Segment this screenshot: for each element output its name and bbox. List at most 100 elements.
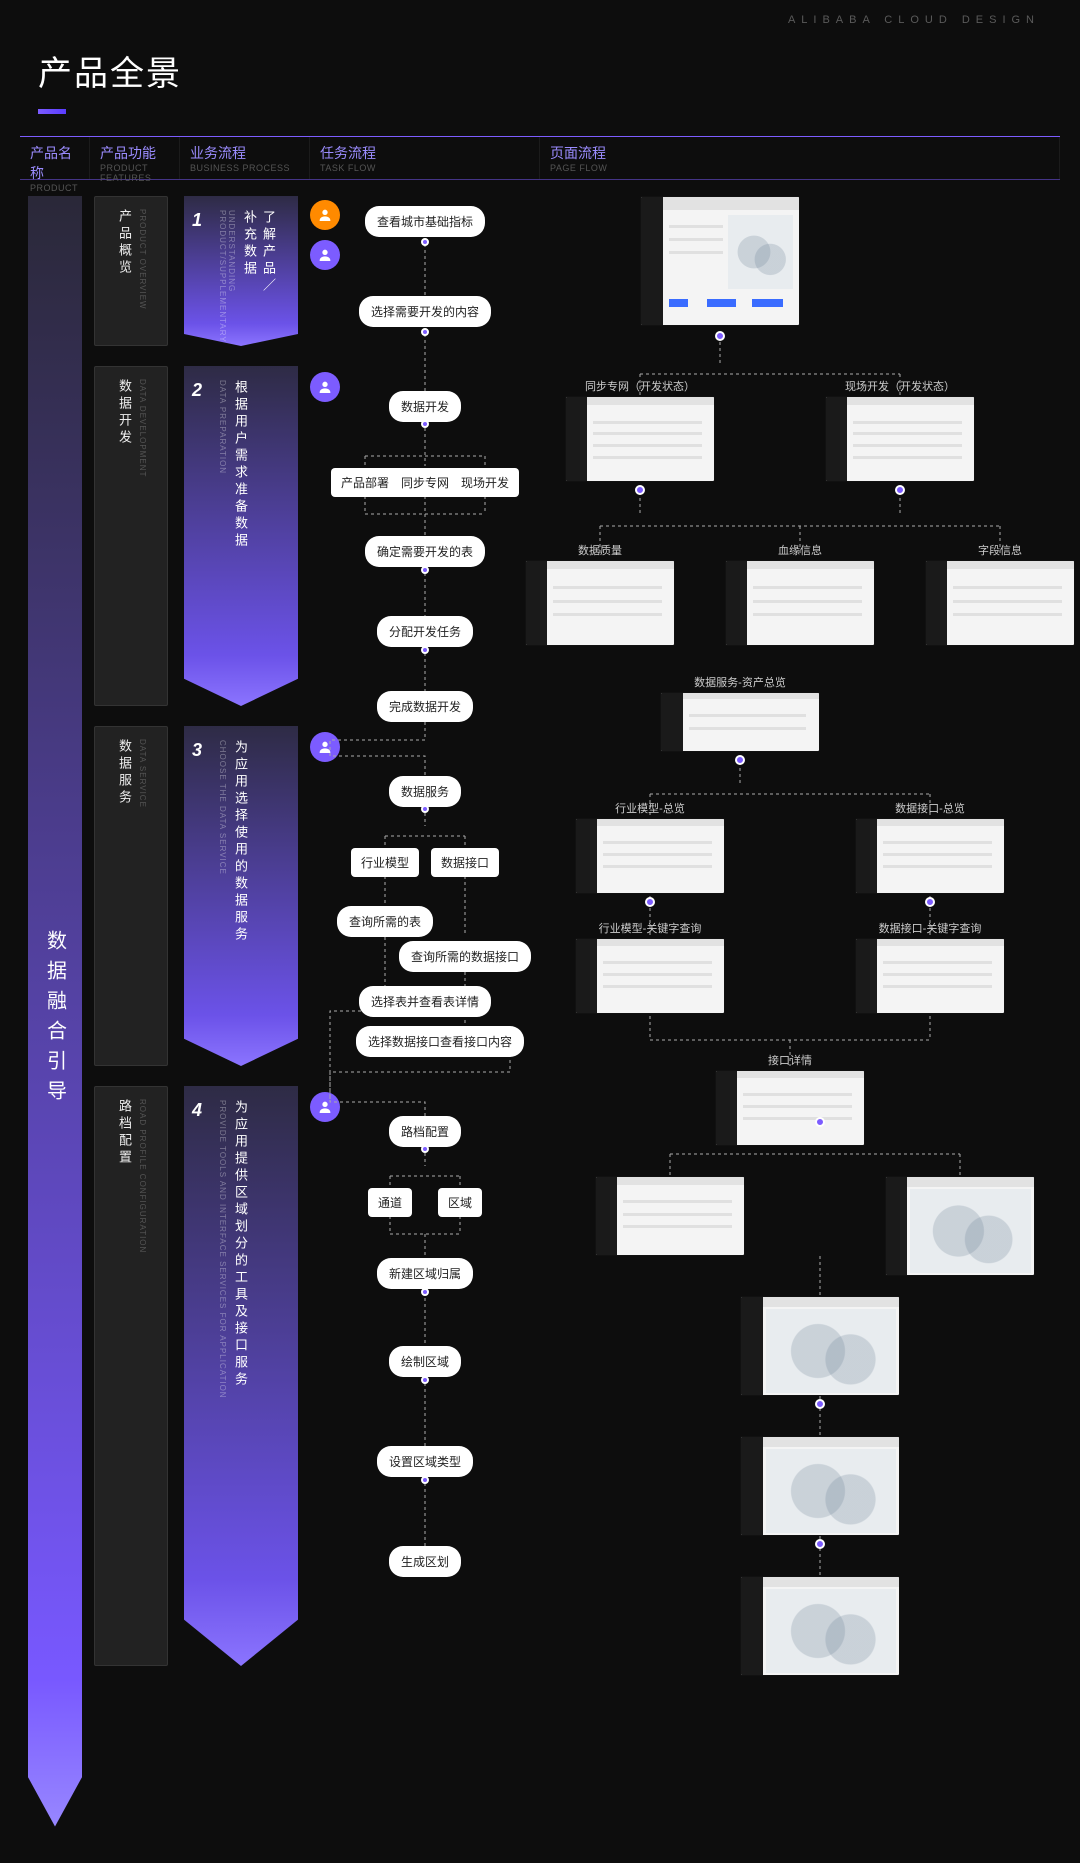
page-thumb-map bbox=[740, 1576, 900, 1676]
task-node: 绘制区域 bbox=[389, 1346, 461, 1377]
biz-cn: 为应用选择使用的数据服务 bbox=[231, 740, 250, 1030]
biz-step-4: 4 PROVIDE TOOLS AND INTERFACE SERVICES F… bbox=[184, 1086, 298, 1666]
task-node: 设置区域类型 bbox=[377, 1446, 473, 1477]
feature-cn: 产品概览 bbox=[115, 209, 134, 277]
feature-data-service: 数据服务 DATA SERVICE bbox=[94, 726, 168, 1066]
page-thumb-map bbox=[885, 1176, 1035, 1276]
biz-step-3: 3 CHOOSE THE DATA SERVICE 为应用选择使用的数据服务 bbox=[184, 726, 298, 1066]
page-thumb bbox=[575, 818, 725, 894]
page-thumb-label: 数据质量 bbox=[578, 542, 622, 558]
biz-step-1: 1 UNDERSTANDING PRODUCT/SUPPLEMENTARY 了解… bbox=[184, 196, 298, 346]
flow-dot bbox=[925, 897, 935, 907]
col-head-en: PRODUCT bbox=[30, 183, 79, 193]
page-thumb-label: 现场开发（开发状态） bbox=[845, 378, 955, 394]
flow-dot bbox=[895, 485, 905, 495]
col-features: 产品概览 PRODUCT OVERVIEW 数据开发 DATA DEVELOPM… bbox=[90, 196, 180, 1843]
feature-en: DATA SERVICE bbox=[138, 739, 147, 808]
task-subnode: 通道 bbox=[368, 1188, 412, 1217]
task-node: 查看城市基础指标 bbox=[365, 206, 485, 237]
task-subnode: 区域 bbox=[438, 1188, 482, 1217]
biz-num: 3 bbox=[192, 740, 210, 1030]
page-thumb bbox=[855, 938, 1005, 1014]
task-node: 路档配置 bbox=[389, 1116, 461, 1147]
flow-dot bbox=[421, 1145, 429, 1153]
biz-en: UNDERSTANDING PRODUCT/SUPPLEMENTARY bbox=[218, 210, 236, 310]
page-thumb-label: 数据服务-资产总览 bbox=[694, 674, 786, 690]
page-thumb-map bbox=[740, 1436, 900, 1536]
feature-overview: 产品概览 PRODUCT OVERVIEW bbox=[94, 196, 168, 346]
flow-dot bbox=[815, 1117, 825, 1127]
product-name: 数据融合引导 bbox=[41, 930, 70, 1110]
col-head-en: PRODUCT FEATURES bbox=[100, 163, 169, 183]
task-node: 分配开发任务 bbox=[377, 616, 473, 647]
page-thumb bbox=[595, 1176, 745, 1256]
feature-cn: 数据开发 bbox=[115, 379, 134, 447]
task-subnode: 数据接口 bbox=[431, 848, 499, 877]
col-head-product: 产品名称 PRODUCT bbox=[20, 137, 90, 179]
page-thumb-label: 数据接口-总览 bbox=[895, 800, 965, 816]
biz-num: 1 bbox=[192, 210, 210, 310]
product-name-banner: 数据融合引导 bbox=[28, 196, 82, 1843]
page-thumb bbox=[565, 396, 715, 482]
task-node: 查询所需的数据接口 bbox=[399, 941, 531, 972]
flow-dot bbox=[645, 897, 655, 907]
page-thumb-label: 行业模型-总览 bbox=[615, 800, 685, 816]
flow-dot bbox=[635, 485, 645, 495]
flow-dot bbox=[715, 331, 725, 341]
biz-cn: 根据用户需求准备数据 bbox=[231, 380, 250, 670]
flow-dot bbox=[421, 805, 429, 813]
page-thumb-map bbox=[740, 1296, 900, 1396]
biz-num: 2 bbox=[192, 380, 210, 670]
feature-en: PRODUCT OVERVIEW bbox=[138, 209, 147, 310]
page-thumb bbox=[925, 560, 1075, 646]
flow-dot bbox=[815, 1539, 825, 1549]
feature-cn: 路档配置 bbox=[115, 1099, 134, 1167]
biz-cn: 为应用提供区域划分的工具及接口服务 bbox=[231, 1100, 250, 1630]
col-head-cn: 页面流程 bbox=[550, 143, 1049, 163]
feature-en: DATA DEVELOPMENT bbox=[138, 379, 147, 477]
page-thumb bbox=[525, 560, 675, 646]
col-page-flow: 同步专网（开发状态） 现场开发（开发状态） 数据质量 血缘信息 字段信息 bbox=[540, 196, 1060, 1843]
flow-dot bbox=[815, 1399, 825, 1409]
biz-num: 4 bbox=[192, 1100, 210, 1630]
page-thumb-label: 字段信息 bbox=[978, 542, 1022, 558]
page-thumb bbox=[825, 396, 975, 482]
flow-dot bbox=[735, 755, 745, 765]
page-thumb-label: 同步专网（开发状态） bbox=[585, 378, 695, 394]
task-node: 选择需要开发的内容 bbox=[359, 296, 491, 327]
flow-dot bbox=[421, 566, 429, 574]
diagram-body: 数据融合引导 产品概览 PRODUCT OVERVIEW 数据开发 DATA D… bbox=[20, 196, 1060, 1843]
col-head-en: BUSINESS PROCESS bbox=[190, 163, 299, 173]
page-thumb bbox=[725, 560, 875, 646]
biz-en: DATA PREPARATION bbox=[218, 380, 227, 670]
col-product: 数据融合引导 bbox=[20, 196, 90, 1843]
page-thumb-label: 血缘信息 bbox=[778, 542, 822, 558]
page-thumb-label: 接口详情 bbox=[768, 1052, 812, 1068]
biz-en: PROVIDE TOOLS AND INTERFACE SERVICES FOR… bbox=[218, 1100, 227, 1630]
col-head-cn: 产品功能 bbox=[100, 143, 169, 163]
biz-cn: 了解产品／补充数据 bbox=[240, 210, 278, 310]
page-title: 产品全景 bbox=[38, 46, 182, 95]
task-node: 数据开发 bbox=[389, 391, 461, 422]
flow-dot bbox=[421, 646, 429, 654]
col-head-en: TASK FLOW bbox=[320, 163, 529, 173]
page-thumb bbox=[575, 938, 725, 1014]
task-node: 完成数据开发 bbox=[377, 691, 473, 722]
task-node: 新建区域归属 bbox=[377, 1258, 473, 1289]
flow-dot bbox=[421, 238, 429, 246]
feature-road-profile: 路档配置 ROAD PROFILE CONFIGURATION bbox=[94, 1086, 168, 1666]
column-header-row: 产品名称 PRODUCT 产品功能 PRODUCT FEATURES 业务流程 … bbox=[20, 136, 1060, 180]
feature-data-dev: 数据开发 DATA DEVELOPMENT bbox=[94, 366, 168, 706]
col-head-cn: 产品名称 bbox=[30, 143, 79, 183]
task-node: 数据服务 bbox=[389, 776, 461, 807]
col-task-flow: 查看城市基础指标 选择需要开发的内容 数据开发 产品部署 同步专网 现场开发 确… bbox=[310, 196, 540, 1843]
col-head-en: PAGE FLOW bbox=[550, 163, 1049, 173]
col-head-cn: 任务流程 bbox=[320, 143, 529, 163]
page-thumb-label: 数据接口-关键字查询 bbox=[879, 920, 982, 936]
task-node: 选择数据接口查看接口内容 bbox=[356, 1026, 524, 1057]
task-subnode: 行业模型 bbox=[351, 848, 419, 877]
watermark: ALIBABA CLOUD DESIGN bbox=[788, 14, 1040, 26]
flow-dot bbox=[421, 420, 429, 428]
task-subnode: 产品部署 bbox=[331, 468, 399, 497]
flow-dot bbox=[421, 328, 429, 336]
